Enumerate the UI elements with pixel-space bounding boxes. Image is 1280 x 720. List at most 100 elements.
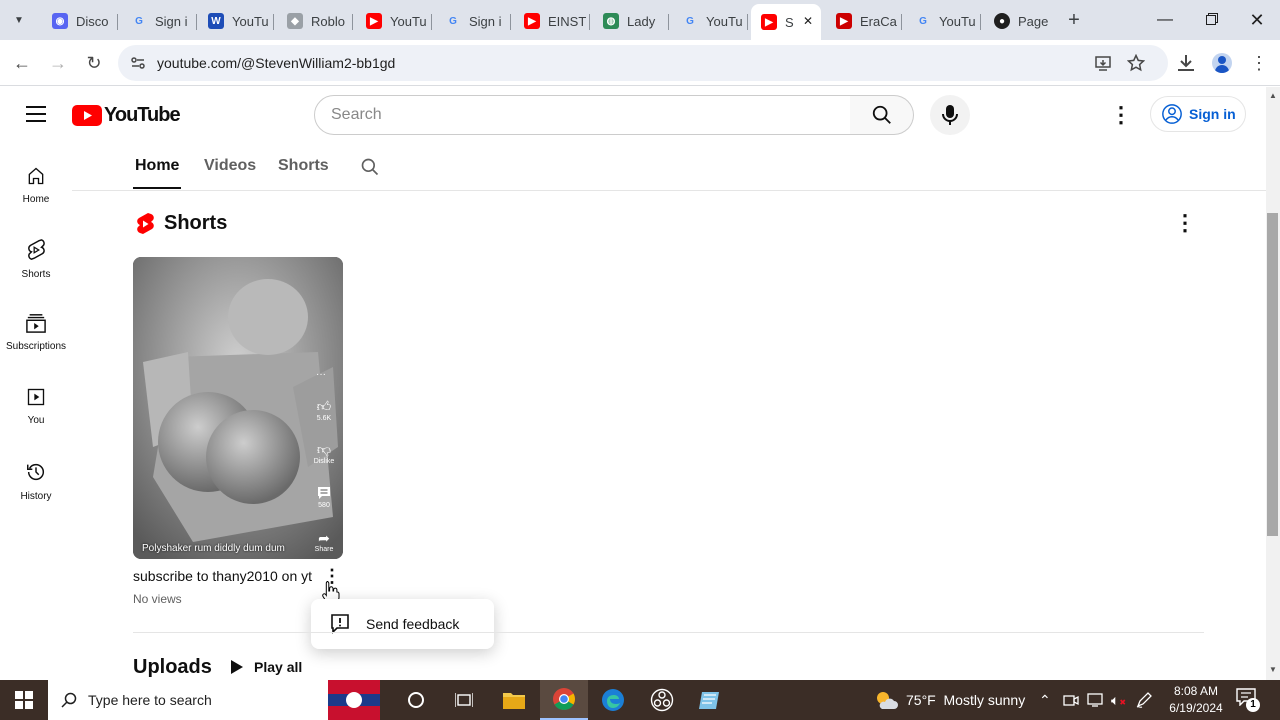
- discord-icon: ◉: [52, 13, 68, 29]
- pen-icon[interactable]: [1136, 692, 1153, 708]
- profile-avatar[interactable]: [1212, 53, 1232, 73]
- downloads-icon[interactable]: [1176, 54, 1196, 72]
- folder-icon: [503, 693, 525, 709]
- taskbar-file-explorer[interactable]: [490, 680, 538, 720]
- install-app-icon[interactable]: [1094, 54, 1112, 72]
- chrome-menu-icon[interactable]: ⋮: [1250, 52, 1268, 74]
- edge-icon: [602, 689, 624, 711]
- sign-in-button[interactable]: Sign in: [1150, 96, 1246, 132]
- tab-separator: [273, 14, 274, 30]
- new-tab-button[interactable]: +: [1062, 8, 1086, 32]
- browser-tab[interactable]: ▶ YouTu: [356, 6, 432, 36]
- forward-button[interactable]: →: [43, 48, 73, 78]
- youtube-icon: ▶: [366, 13, 382, 29]
- tab-title: Roblo: [311, 13, 345, 29]
- browser-tab[interactable]: ▶ EraCa: [826, 6, 902, 36]
- meet-now-icon[interactable]: [1063, 692, 1079, 708]
- close-window-button[interactable]: ✕: [1234, 0, 1280, 40]
- browser-tab[interactable]: ◍ Lady: [593, 6, 669, 36]
- chrome-icon: [553, 688, 575, 710]
- scroll-up-arrow[interactable]: ▲: [1269, 91, 1277, 100]
- tab-title: Page: [1018, 13, 1049, 29]
- voice-search-button[interactable]: [930, 95, 970, 135]
- sidebar-item-shorts[interactable]: Shorts: [0, 239, 72, 280]
- channel-search-icon[interactable]: [360, 157, 380, 177]
- taskbar-search-placeholder: Type here to search: [88, 692, 212, 708]
- section-more-icon[interactable]: ⋮: [1174, 211, 1196, 235]
- search-highlight-image: [328, 680, 380, 720]
- browser-tab[interactable]: ● Page: [984, 6, 1060, 36]
- reload-button[interactable]: ↻: [79, 48, 109, 78]
- site-settings-icon[interactable]: [130, 55, 146, 71]
- youtube-icon: ▶: [761, 14, 777, 30]
- youtube-logo[interactable]: YouTube: [72, 104, 181, 127]
- clock-date: 6/19/2024: [1169, 701, 1223, 715]
- obs-icon: [650, 688, 674, 712]
- tab-home-underline: [133, 187, 181, 189]
- short-title[interactable]: subscribe to thany2010 on yt: [133, 568, 312, 584]
- tab-home[interactable]: Home: [135, 157, 179, 175]
- w-icon: W: [208, 13, 224, 29]
- weather-widget[interactable]: 75°F Mostly sunny: [874, 680, 1025, 720]
- minimize-button[interactable]: —: [1142, 0, 1188, 40]
- sidebar-item-history[interactable]: History: [0, 461, 72, 502]
- hamburger-menu-icon[interactable]: [26, 106, 46, 122]
- taskbar-chrome[interactable]: [540, 680, 588, 720]
- tab-search-dropdown-button[interactable]: ▼: [8, 9, 30, 31]
- start-button[interactable]: [0, 680, 48, 720]
- browser-tab[interactable]: G YouTu: [905, 6, 981, 36]
- search-input[interactable]: Search: [314, 95, 852, 135]
- settings-menu-icon[interactable]: ⋮: [1110, 103, 1132, 127]
- search-button[interactable]: [850, 95, 914, 135]
- sign-in-label: Sign in: [1189, 106, 1236, 122]
- back-button[interactable]: ←: [7, 48, 37, 78]
- short-thumbnail[interactable]: ··· 👍︎ 5.6K 👎︎ Dislike 580 ➦ Share Polys…: [133, 257, 343, 559]
- url-text[interactable]: youtube.com/@StevenWilliam2-bb1gd: [157, 55, 395, 71]
- close-tab-icon[interactable]: ✕: [803, 14, 813, 28]
- browser-tab[interactable]: ◆ Roblo: [277, 6, 353, 36]
- scrollbar-thumb[interactable]: [1267, 213, 1278, 536]
- volume-muted-icon[interactable]: 🔈︎✖: [1111, 692, 1126, 709]
- browser-tab[interactable]: ▶ EINST: [514, 6, 590, 36]
- tab-title: YouTu: [939, 13, 976, 29]
- taskbar-notes-app[interactable]: [686, 680, 734, 720]
- history-icon: [27, 463, 45, 481]
- tab-separator: [589, 14, 590, 30]
- comment-icon: [318, 487, 330, 499]
- taskbar-search-box[interactable]: Type here to search: [48, 680, 328, 720]
- browser-tab[interactable]: G Sign i: [435, 6, 511, 36]
- send-feedback-item[interactable]: Send feedback: [311, 599, 494, 649]
- browser-tab[interactable]: ◉ Disco: [42, 6, 118, 36]
- taskbar-edge[interactable]: [589, 680, 637, 720]
- cortana-button[interactable]: [392, 680, 440, 720]
- bookmark-star-icon[interactable]: [1127, 54, 1145, 72]
- browser-tab[interactable]: ▶ S ✕: [751, 4, 821, 40]
- send-feedback-label: Send feedback: [366, 616, 460, 632]
- show-hidden-icons-button[interactable]: ⌃: [1039, 680, 1051, 720]
- home-icon: [28, 167, 44, 185]
- dislike-icon: 👎︎: [316, 441, 332, 457]
- sidebar-item-home[interactable]: Home: [0, 166, 72, 205]
- scroll-down-arrow[interactable]: ▼: [1269, 665, 1277, 674]
- address-bar[interactable]: youtube.com/@StevenWilliam2-bb1gd: [118, 45, 1168, 81]
- browser-tab[interactable]: G Sign i: [121, 6, 197, 36]
- browser-tab[interactable]: G YouTu: [672, 6, 748, 36]
- browser-tab[interactable]: W YouTu: [198, 6, 274, 36]
- clock[interactable]: 8:08 AM 6/19/2024: [1164, 683, 1228, 717]
- sidebar-label: Subscriptions: [5, 341, 67, 352]
- tab-shorts[interactable]: Shorts: [278, 157, 329, 175]
- like-icon: 👍︎: [316, 398, 332, 414]
- restore-button[interactable]: [1188, 0, 1234, 40]
- account-icon: [1162, 104, 1182, 124]
- tab-separator: [510, 14, 511, 30]
- action-center-button[interactable]: 1: [1236, 688, 1260, 712]
- network-icon[interactable]: [1087, 692, 1105, 708]
- tab-videos[interactable]: Videos: [204, 157, 256, 175]
- taskbar-obs[interactable]: [638, 680, 686, 720]
- sidebar-item-you[interactable]: You: [0, 387, 72, 426]
- sidebar-item-subscriptions[interactable]: Subscriptions: [0, 313, 72, 352]
- tab-title: Sign i: [469, 13, 502, 29]
- task-view-button[interactable]: [440, 680, 488, 720]
- play-all-button[interactable]: Play all: [222, 653, 310, 681]
- comment-count: 580: [318, 502, 330, 509]
